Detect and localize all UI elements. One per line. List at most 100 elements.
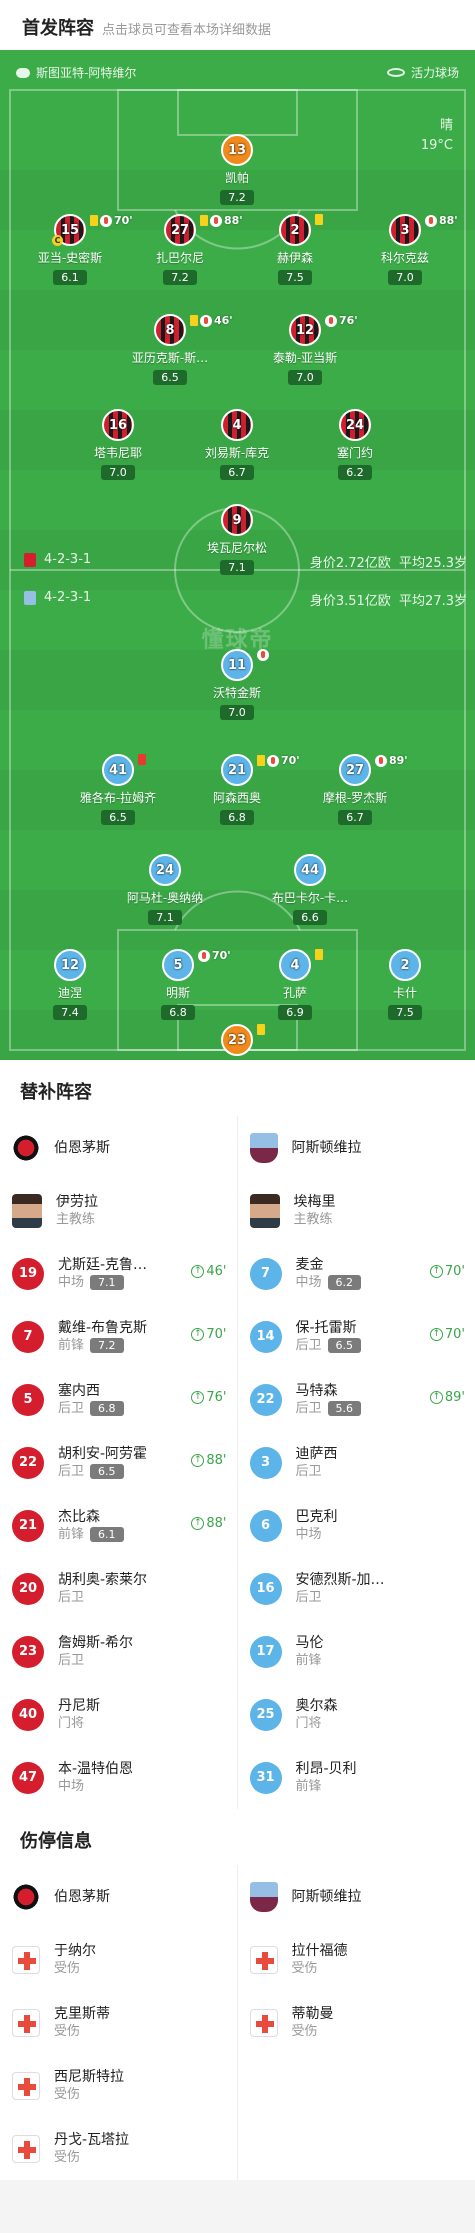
player-number-badge: 4 [279, 949, 323, 981]
player-name: 沃特金斯 [212, 686, 261, 700]
medical-kit-icon [12, 2071, 40, 2100]
player-home[interactable]: 9 埃瓦尼尔松 7.1 [182, 504, 292, 575]
injury-row[interactable]: 蒂勒曼 受伤 [238, 1991, 475, 2054]
sub-position-text: 前锋 [58, 1526, 85, 1542]
sub-position: 中场 6.2 [296, 1274, 362, 1292]
player-number-badge: 13 [221, 134, 253, 166]
player-away[interactable]: 4 孔萨 6.9 [240, 949, 350, 1020]
player-away[interactable]: 2 卡什 7.5 [350, 949, 460, 1020]
sub-position-text: 门将 [295, 1715, 322, 1731]
player-number: 4 [290, 957, 300, 973]
sub-player-row[interactable]: 25 奥尔森 门将 [238, 1683, 475, 1746]
sub-player-row[interactable]: 14 保-托雷斯 后卫 6.5 ↑ 70' [238, 1305, 475, 1368]
sub-name: 麦金 [295, 1256, 324, 1273]
sub-player-row[interactable]: 17 马伦 前锋 [238, 1620, 475, 1683]
injury-row[interactable]: 于纳尔 受伤 [0, 1928, 237, 1991]
yellow-card-icon [257, 755, 265, 766]
player-away[interactable]: 44 布巴卡尔-卡… 6.6 [255, 854, 365, 925]
player-number: 2 [400, 957, 410, 973]
injury-player-name: 克里斯蒂 [54, 2005, 110, 2022]
sub-player-row[interactable]: 20 胡利奥-索莱尔 后卫 [0, 1557, 237, 1620]
sub-name: 詹姆斯-希尔 [58, 1634, 134, 1651]
sub-name: 巴克利 [295, 1508, 338, 1525]
player-away[interactable]: 5 70' 明斯 6.8 [123, 949, 233, 1020]
home-coach-row[interactable]: 伊劳拉 主教练 [0, 1179, 237, 1242]
sub-player-row[interactable]: 40 丹尼斯 门将 [0, 1683, 237, 1746]
sub-player-row[interactable]: 21 杰比森 前锋 6.1 ↑ 88' [0, 1494, 237, 1557]
player-away[interactable]: 12 迪涅 7.4 [15, 949, 125, 1020]
away-injuries-column: 阿斯顿维拉 拉什福德 受伤 蒂勒曼 受伤 [238, 1865, 475, 2180]
sub-position: 门将 [58, 1715, 100, 1733]
sub-number-badge: 3 [249, 1446, 282, 1479]
away-coach-row[interactable]: 埃梅里 主教练 [238, 1179, 475, 1242]
sub-rating: 6.5 [327, 1338, 362, 1353]
sub-number-badge: 31 [249, 1761, 282, 1794]
injury-row[interactable]: 克里斯蒂 受伤 [0, 1991, 237, 2054]
player-home[interactable]: 24 塞门约 6.2 [300, 409, 410, 480]
event-minute: 70' [212, 949, 231, 962]
sub-player-row[interactable]: 23 詹姆斯-希尔 后卫 [0, 1620, 237, 1683]
away-team-row[interactable]: 阿斯顿维拉 [238, 1116, 475, 1179]
injury-player-name: 西尼斯特拉 [54, 2068, 124, 2085]
home-team-row[interactable]: 伯恩茅斯 [0, 1116, 237, 1179]
sub-player-row[interactable]: 22 马特森 后卫 5.6 ↑ 89' [238, 1368, 475, 1431]
injury-row[interactable]: 拉什福德 受伤 [238, 1928, 475, 1991]
player-name: 布巴卡尔-卡… [271, 891, 349, 905]
sub-player-row[interactable]: 3 迪萨西 后卫 [238, 1431, 475, 1494]
player-home[interactable]: 12 76' 泰勒-亚当斯 7.0 [250, 314, 360, 385]
sub-player-row[interactable]: 7 戴维-布鲁克斯 前锋 7.2 ↑ 70' [0, 1305, 237, 1368]
player-home[interactable]: 15 C 70' 亚当-史密斯 6.1 [15, 214, 133, 285]
player-home[interactable]: 2 赫伊森 7.5 [240, 214, 350, 285]
player-number: 27 [345, 762, 365, 778]
medical-kit-icon [249, 1945, 278, 1974]
sub-player-row[interactable]: 31 利昂-贝利 前锋 [238, 1746, 475, 1809]
sub-in-icon: ↑ [191, 1265, 205, 1278]
player-number: 4 [232, 417, 242, 433]
sub-player-row[interactable]: 6 巴克利 中场 [238, 1494, 475, 1557]
player-away[interactable]: 11 沃特金斯 7.0 [182, 649, 292, 720]
sub-player-row[interactable]: 5 塞内西 后卫 6.8 ↑ 76' [0, 1368, 237, 1431]
sub-position: 前锋 6.1 [58, 1526, 124, 1544]
sub-rating: 5.6 [327, 1401, 362, 1416]
player-number-badge: 8 46' [154, 314, 233, 346]
sub-name: 迪萨西 [295, 1445, 338, 1462]
sub-in-icon: ↑ [429, 1265, 443, 1278]
away-formation: 4-2-3-1 [44, 590, 92, 605]
sub-number-badge: 14 [249, 1320, 282, 1353]
home-team-row[interactable]: 伯恩茅斯 [0, 1865, 237, 1928]
sub-position-text: 后卫 [295, 1337, 322, 1353]
player-events [315, 214, 323, 225]
injury-info: 丹戈-瓦塔拉 受伤 [54, 2131, 129, 2167]
sub-player-row[interactable]: 22 胡利安-阿劳霍 后卫 6.5 ↑ 88' [0, 1431, 237, 1494]
player-home[interactable]: 13 凯帕 7.2 [182, 134, 292, 205]
substitution-icon [325, 314, 337, 327]
sub-player-row[interactable]: 19 尤斯廷-克鲁… 中场 7.1 ↑ 46' [0, 1242, 237, 1305]
player-name: 明斯 [165, 986, 190, 1000]
sub-in-icon: ↑ [191, 1517, 205, 1530]
sub-player-row[interactable]: 16 安德烈斯-加… 后卫 [238, 1557, 475, 1620]
player-away[interactable]: 27 89' 摩根-罗杰斯 6.7 [300, 754, 410, 825]
player-home[interactable]: 16 塔韦尼耶 7.0 [63, 409, 173, 480]
injury-row[interactable]: 西尼斯特拉 受伤 [0, 2054, 237, 2117]
player-away[interactable]: 21 70' 阿森西奥 6.8 [182, 754, 300, 825]
coach-avatar [249, 1193, 280, 1228]
player-home[interactable]: 8 46' 亚历克斯-斯… 6.5 [115, 314, 233, 385]
away-team-row[interactable]: 阿斯顿维拉 [238, 1865, 475, 1928]
sub-position: 后卫 [296, 1589, 385, 1607]
home-value-row: 身价2.72亿欧 平均25.3岁 [310, 552, 467, 571]
player-home[interactable]: 3 88' 科尔克兹 7.0 [350, 214, 460, 285]
player-away[interactable]: 41 雅各布-拉姆齐 6.5 [63, 754, 173, 825]
sub-info: 杰比森 前锋 6.1 [58, 1508, 124, 1544]
player-number: 15 [60, 222, 80, 238]
player-home[interactable]: 27 88' 扎巴尔尼 7.2 [125, 214, 243, 285]
player-rating: 7.5 [278, 270, 312, 285]
sub-player-row[interactable]: 7 麦金 中场 6.2 ↑ 70' [238, 1242, 475, 1305]
player-away[interactable]: 23达米安-马丁…★ 8.3 [182, 1024, 292, 1060]
player-events: 76' [325, 314, 358, 327]
injury-row[interactable]: 丹戈-瓦塔拉 受伤 [0, 2117, 237, 2180]
sub-name: 戴维-布鲁克斯 [58, 1319, 148, 1336]
sub-player-row[interactable]: 47 本-温特伯恩 中场 [0, 1746, 237, 1809]
player-name: 阿马杜-奥纳纳 [126, 891, 204, 905]
player-home[interactable]: 4 刘易斯-库克 6.7 [182, 409, 292, 480]
player-away[interactable]: 24 阿马杜-奥纳纳 7.1 [110, 854, 220, 925]
